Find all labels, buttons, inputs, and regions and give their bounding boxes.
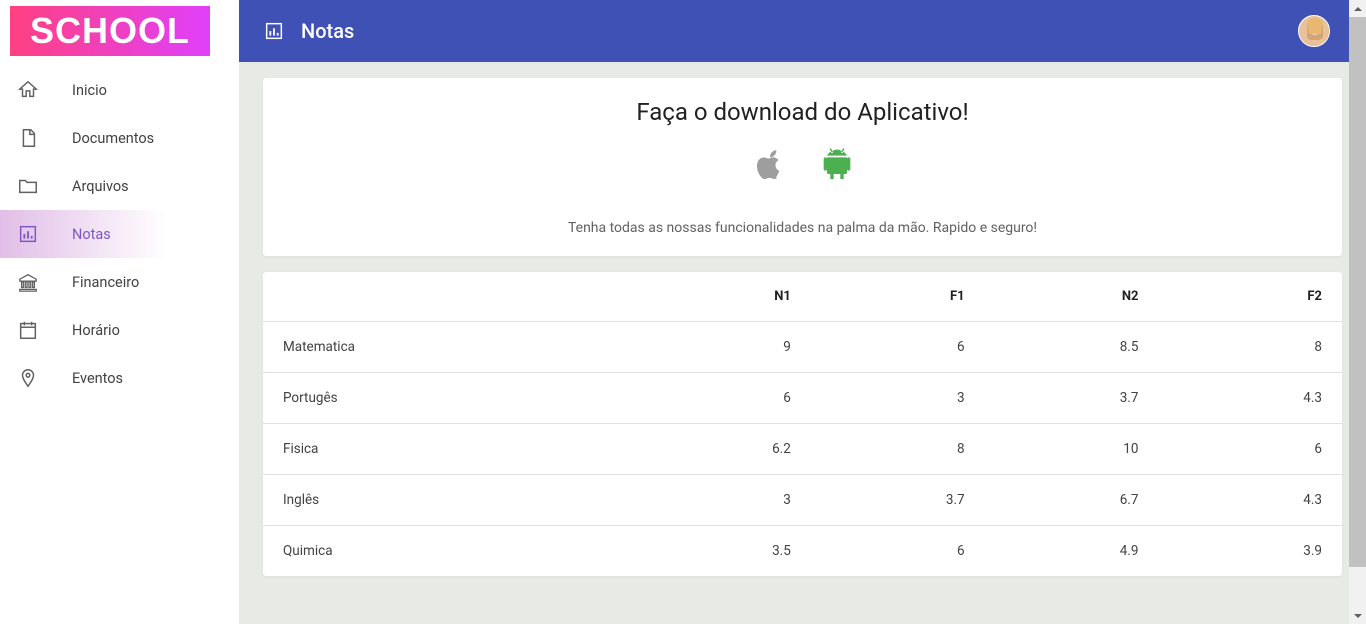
sidebar-item-horario[interactable]: Horário xyxy=(0,306,239,354)
android-icon[interactable] xyxy=(817,144,857,188)
cell-n1: 6 xyxy=(633,373,807,424)
nav-list: Inicio Documentos Arquivos Notas Finance… xyxy=(0,66,239,402)
bank-icon xyxy=(16,270,40,294)
avatar[interactable] xyxy=(1298,15,1330,47)
sidebar-item-label: Financeiro xyxy=(72,274,139,291)
pin-icon xyxy=(16,366,40,390)
cell-n2: 3.7 xyxy=(981,373,1155,424)
cell-n1: 6.2 xyxy=(633,424,807,475)
download-title: Faça o download do Aplicativo! xyxy=(287,98,1318,126)
table-header: F2 xyxy=(1154,272,1342,322)
cell-n2: 6.7 xyxy=(981,475,1155,526)
cell-f2: 6 xyxy=(1154,424,1342,475)
sidebar-item-label: Documentos xyxy=(72,130,154,147)
chart-icon xyxy=(263,20,285,42)
header: Notas xyxy=(239,0,1366,62)
cell-f1: 3 xyxy=(807,373,981,424)
cell-n2: 10 xyxy=(981,424,1155,475)
sidebar: SCHOOL Inicio Documentos Arquivos Notas … xyxy=(0,0,239,624)
sidebar-item-financeiro[interactable]: Financeiro xyxy=(0,258,239,306)
table-row: Inglês 3 3.7 6.7 4.3 xyxy=(263,475,1342,526)
cell-f1: 3.7 xyxy=(807,475,981,526)
table-row: Quimica 3.5 6 4.9 3.9 xyxy=(263,526,1342,577)
cell-f2: 8 xyxy=(1154,322,1342,373)
document-icon xyxy=(16,126,40,150)
scroll-up-button[interactable] xyxy=(1349,0,1366,17)
cell-f2: 4.3 xyxy=(1154,373,1342,424)
logo[interactable]: SCHOOL xyxy=(10,6,210,56)
cell-f1: 6 xyxy=(807,526,981,577)
sidebar-item-documentos[interactable]: Documentos xyxy=(0,114,239,162)
download-subtitle: Tenha todas as nossas funcionalidades na… xyxy=(287,220,1318,236)
table-header: F1 xyxy=(807,272,981,322)
table-header-row: N1 F1 N2 F2 xyxy=(263,272,1342,322)
page-title: Notas xyxy=(301,19,1298,43)
table-header: N2 xyxy=(981,272,1155,322)
sidebar-item-arquivos[interactable]: Arquivos xyxy=(0,162,239,210)
chart-icon xyxy=(16,222,40,246)
scroll-down-button[interactable] xyxy=(1349,607,1366,624)
cell-n1: 9 xyxy=(633,322,807,373)
download-card: Faça o download do Aplicativo! Tenha tod… xyxy=(263,78,1342,256)
sidebar-item-label: Notas xyxy=(72,226,111,243)
table-row: Fisica 6.2 8 10 6 xyxy=(263,424,1342,475)
cell-f1: 8 xyxy=(807,424,981,475)
grades-table-card: N1 F1 N2 F2 Matematica 9 6 8.5 8 xyxy=(263,272,1342,576)
sidebar-item-label: Horário xyxy=(72,322,120,339)
cell-f2: 4.3 xyxy=(1154,475,1342,526)
cell-n2: 8.5 xyxy=(981,322,1155,373)
cell-f2: 3.9 xyxy=(1154,526,1342,577)
cell-subject: Fisica xyxy=(263,424,633,475)
content: Faça o download do Aplicativo! Tenha tod… xyxy=(239,62,1366,592)
table-row: Matematica 9 6 8.5 8 xyxy=(263,322,1342,373)
cell-subject: Matematica xyxy=(263,322,633,373)
sidebar-item-label: Arquivos xyxy=(72,178,129,195)
app-store-icons xyxy=(287,144,1318,188)
cell-n1: 3.5 xyxy=(633,526,807,577)
cell-f1: 6 xyxy=(807,322,981,373)
cell-n2: 4.9 xyxy=(981,526,1155,577)
cell-subject: Quimica xyxy=(263,526,633,577)
main: Notas Faça o download do Aplicativo! Ten… xyxy=(239,0,1366,624)
apple-icon[interactable] xyxy=(749,144,789,188)
cell-n1: 3 xyxy=(633,475,807,526)
folder-icon xyxy=(16,174,40,198)
sidebar-item-eventos[interactable]: Eventos xyxy=(0,354,239,402)
scrollbar[interactable] xyxy=(1349,0,1366,624)
sidebar-item-notas[interactable]: Notas xyxy=(0,210,239,258)
table-row: Portugês 6 3 3.7 4.3 xyxy=(263,373,1342,424)
table-header: N1 xyxy=(633,272,807,322)
sidebar-item-label: Eventos xyxy=(72,370,123,387)
calendar-icon xyxy=(16,318,40,342)
sidebar-item-label: Inicio xyxy=(72,82,107,99)
table-header xyxy=(263,272,633,322)
scroll-thumb[interactable] xyxy=(1349,17,1366,567)
home-icon xyxy=(16,78,40,102)
cell-subject: Inglês xyxy=(263,475,633,526)
grades-table: N1 F1 N2 F2 Matematica 9 6 8.5 8 xyxy=(263,272,1342,576)
cell-subject: Portugês xyxy=(263,373,633,424)
sidebar-item-inicio[interactable]: Inicio xyxy=(0,66,239,114)
